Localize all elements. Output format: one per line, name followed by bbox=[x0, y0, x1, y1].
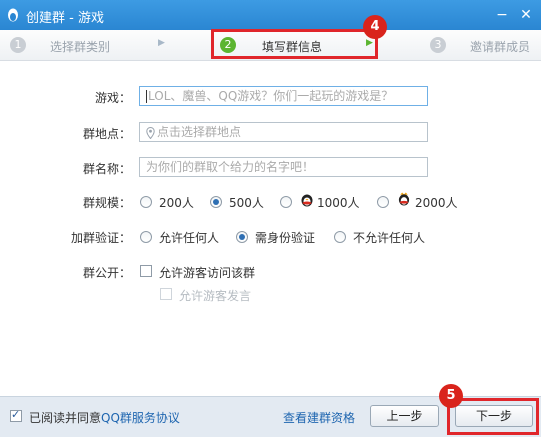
size-label: 群规模： bbox=[83, 196, 132, 210]
next-highlight-box bbox=[447, 398, 539, 435]
game-label: 游戏： bbox=[95, 91, 132, 105]
qq-penguin-icon bbox=[8, 8, 18, 22]
size-radio-2000[interactable] bbox=[377, 196, 389, 208]
step-1-number: 1 bbox=[10, 37, 26, 53]
size-option-500[interactable]: 500人 bbox=[229, 194, 264, 211]
verify-radio-anyone[interactable] bbox=[140, 231, 152, 243]
title-bar: 创建群 - 游戏 − ✕ bbox=[0, 0, 541, 30]
public-label: 群公开： bbox=[83, 266, 132, 280]
size-option-1000[interactable]: 1000人 bbox=[317, 194, 360, 211]
size-radio-200[interactable] bbox=[140, 196, 152, 208]
group-name-placeholder: 为你们的群取个给力的名字吧！ bbox=[146, 160, 315, 174]
verify-option-identity[interactable]: 需身份验证 bbox=[255, 229, 315, 246]
qualification-link[interactable]: 查看建群资格 bbox=[283, 409, 355, 426]
verify-radio-nobody[interactable] bbox=[334, 231, 346, 243]
step-3-label: 邀请群成员 bbox=[470, 40, 531, 54]
size-radio-1000[interactable] bbox=[280, 196, 292, 208]
service-agreement-link[interactable]: QQ群服务协议 bbox=[101, 411, 180, 425]
step-arrow-icon: ▶ bbox=[158, 38, 165, 48]
minimize-button[interactable]: − bbox=[492, 5, 512, 25]
size-option-200[interactable]: 200人 bbox=[159, 194, 194, 211]
verify-option-anyone[interactable]: 允许任何人 bbox=[159, 229, 219, 246]
visitor-speak-label[interactable]: 允许游客发言 bbox=[179, 287, 251, 304]
game-placeholder: LOL、魔兽、QQ游戏？你们一起玩的游戏是？ bbox=[148, 89, 394, 103]
verify-label: 加群验证： bbox=[71, 231, 132, 245]
group-name-label: 群名称： bbox=[83, 162, 132, 176]
annotation-badge-4: 4 bbox=[363, 15, 387, 39]
location-input[interactable]: 点击选择群地点 bbox=[139, 122, 428, 142]
window-title: 创建群 - 游戏 bbox=[26, 11, 104, 26]
text-caret bbox=[146, 90, 147, 103]
location-placeholder: 点击选择群地点 bbox=[157, 125, 242, 139]
group-name-input[interactable]: 为你们的群取个给力的名字吧！ bbox=[139, 157, 428, 177]
penguin-icon bbox=[301, 194, 313, 207]
crowned-penguin-icon bbox=[398, 192, 410, 206]
game-input[interactable]: LOL、魔兽、QQ游戏？你们一起玩的游戏是？ bbox=[139, 86, 428, 106]
visitor-speak-checkbox[interactable] bbox=[160, 288, 172, 300]
annotation-badge-5: 5 bbox=[439, 384, 463, 408]
location-pin-icon bbox=[146, 126, 155, 139]
step-1-label: 选择群类别 bbox=[50, 40, 111, 54]
close-button[interactable]: ✕ bbox=[516, 5, 536, 25]
visitor-access-checkbox[interactable] bbox=[140, 265, 152, 277]
agree-checkbox[interactable] bbox=[10, 408, 22, 422]
prev-button[interactable]: 上一步 bbox=[370, 405, 439, 427]
visitor-access-label[interactable]: 允许游客访问该群 bbox=[159, 264, 255, 281]
location-label: 群地点： bbox=[83, 127, 132, 141]
agree-prefix: 已阅读并同意 bbox=[29, 411, 102, 425]
step-3-number: 3 bbox=[430, 37, 446, 53]
size-radio-500[interactable] bbox=[210, 196, 222, 208]
size-option-2000[interactable]: 2000人 bbox=[415, 194, 458, 211]
verify-option-nobody[interactable]: 不允许任何人 bbox=[353, 229, 425, 246]
agree-text: 已阅读并同意QQ群服务协议 bbox=[29, 409, 180, 426]
step-highlight-box bbox=[211, 29, 378, 59]
verify-radio-identity[interactable] bbox=[236, 231, 248, 243]
